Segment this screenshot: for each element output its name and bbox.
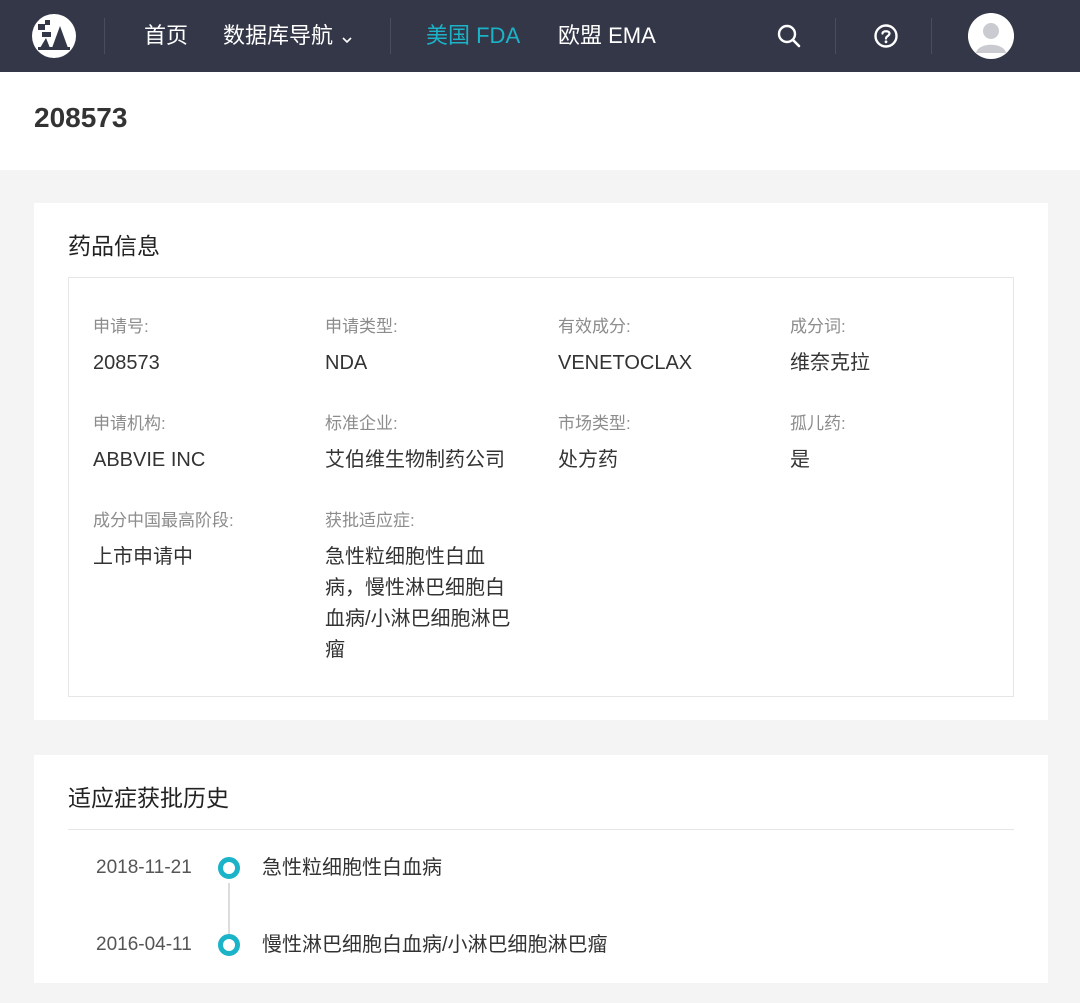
nav-item-label: 欧盟 EMA xyxy=(558,23,656,48)
field-label: 成分中国最高阶段: xyxy=(93,511,234,530)
divider xyxy=(68,829,1014,830)
nav-item-db-navigation[interactable]: 数据库导航 xyxy=(223,0,353,72)
drug-info-card: 药品信息 申请号: 208573 申请类型: NDA 有效成分: VENETOC… xyxy=(34,203,1048,720)
nav-item-us-fda[interactable]: 美国 FDA xyxy=(426,0,520,72)
drug-info-box: 申请号: 208573 申请类型: NDA 有效成分: VENETOCLAX 成… xyxy=(68,277,1014,697)
section-title: 药品信息 xyxy=(68,233,160,259)
field-value: 是 xyxy=(790,449,810,471)
nav-item-label: 数据库导航 xyxy=(223,23,334,48)
field-ingredient-term: 成分词: 维奈克拉 xyxy=(790,316,990,379)
field-value: NDA xyxy=(325,352,368,374)
field-value: 208573 xyxy=(93,352,160,374)
field-orphan-drug: 孤儿药: 是 xyxy=(790,413,990,476)
field-value: 维奈克拉 xyxy=(790,352,870,374)
nav-item-home[interactable]: 首页 xyxy=(144,0,188,72)
field-application-number: 申请号: 208573 xyxy=(93,316,293,379)
field-value: 上市申请中 xyxy=(93,546,193,568)
field-label: 申请类型: xyxy=(325,317,398,336)
field-value: ABBVIE INC xyxy=(93,449,206,471)
field-value: 处方药 xyxy=(558,449,618,471)
logo-icon[interactable] xyxy=(32,14,76,58)
field-value: 急性粒细胞性白血病，慢性淋巴细胞白血病/小淋巴细胞淋巴瘤 xyxy=(325,546,511,661)
timeline-dot-icon xyxy=(218,934,240,956)
field-label: 标准企业: xyxy=(325,414,398,433)
field-applicant: 申请机构: ABBVIE INC xyxy=(93,413,293,476)
field-approved-indications: 获批适应症: 急性粒细胞性白血病，慢性淋巴细胞白血病/小淋巴细胞淋巴瘤 xyxy=(325,510,517,666)
timeline-date: 2018-11-21 xyxy=(96,857,192,878)
page-title: 208573 xyxy=(34,102,128,133)
timeline-text: 慢性淋巴细胞白血病/小淋巴细胞淋巴瘤 xyxy=(262,934,608,956)
field-value: 艾伯维生物制药公司 xyxy=(325,449,505,471)
field-value: VENETOCLAX xyxy=(558,352,693,374)
field-label: 有效成分: xyxy=(558,317,631,336)
field-label: 申请号: xyxy=(93,317,149,336)
search-icon[interactable] xyxy=(775,22,803,50)
field-china-highest-stage: 成分中国最高阶段: 上市申请中 xyxy=(93,510,293,573)
field-label: 成分词: xyxy=(790,317,846,336)
timeline-item: 2016-04-11 慢性淋巴细胞白血病/小淋巴细胞淋巴瘤 xyxy=(34,930,1048,960)
section-title: 适应症获批历史 xyxy=(68,785,229,811)
field-label: 申请机构: xyxy=(93,414,166,433)
field-label: 孤儿药: xyxy=(790,414,846,433)
timeline-text: 急性粒细胞性白血病 xyxy=(262,857,442,879)
nav-divider xyxy=(835,18,836,54)
nav-item-label: 首页 xyxy=(144,23,189,48)
chevron-down-icon xyxy=(341,1,353,73)
help-icon[interactable] xyxy=(872,22,900,50)
field-label: 获批适应症: xyxy=(325,511,415,530)
nav-item-eu-ema[interactable]: 欧盟 EMA xyxy=(558,0,656,72)
nav-item-label: 美国 FDA xyxy=(426,23,521,48)
field-standard-company: 标准企业: 艾伯维生物制药公司 xyxy=(325,413,525,476)
top-nav: 首页 数据库导航 美国 FDA 欧盟 EMA xyxy=(0,0,1080,72)
avatar[interactable] xyxy=(968,13,1014,59)
nav-divider xyxy=(931,18,932,54)
field-application-type: 申请类型: NDA xyxy=(325,316,525,379)
page-header: 208573 xyxy=(0,72,1080,170)
nav-divider xyxy=(104,18,105,54)
timeline-date: 2016-04-11 xyxy=(96,934,192,955)
field-market-type: 市场类型: 处方药 xyxy=(558,413,758,476)
field-label: 市场类型: xyxy=(558,414,631,433)
nav-divider xyxy=(390,18,391,54)
timeline-dot-icon xyxy=(218,857,240,879)
approval-history-card: 适应症获批历史 2018-11-21 急性粒细胞性白血病 2016-04-11 … xyxy=(34,755,1048,983)
field-active-ingredient: 有效成分: VENETOCLAX xyxy=(558,316,758,379)
timeline-item: 2018-11-21 急性粒细胞性白血病 xyxy=(34,853,1048,883)
